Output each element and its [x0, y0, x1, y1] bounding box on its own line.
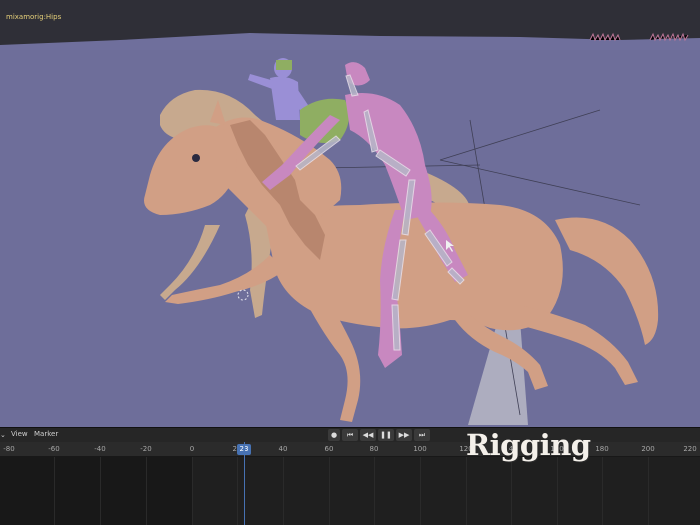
- grid-line: [511, 457, 512, 525]
- tick-label: 60: [324, 445, 334, 453]
- step-forward-icon[interactable]: ▶▶: [396, 429, 412, 441]
- video-title-overlay: Rigging: [466, 428, 591, 462]
- tick-label: -20: [140, 445, 152, 453]
- horse-eye: [192, 154, 200, 162]
- grid-line: [329, 457, 330, 525]
- tick-label: -60: [48, 445, 60, 453]
- grid-line: [146, 457, 147, 525]
- timeline-track-area[interactable]: [0, 457, 700, 525]
- out-of-range-shade: [0, 457, 192, 525]
- grid-line: [54, 457, 55, 525]
- jump-end-icon[interactable]: ⏭: [414, 429, 430, 441]
- 3d-cursor-icon[interactable]: [237, 289, 249, 301]
- tick-label: 40: [278, 445, 288, 453]
- grid-line: [100, 457, 101, 525]
- timeline-ruler[interactable]: -80 -60 -40 -20 0 20 40 60 80 100 120 14…: [0, 442, 700, 457]
- active-object-label: mixamorig:Hips: [6, 13, 62, 21]
- grid-line: [374, 457, 375, 525]
- playback-controls: ● ⏮ ◀◀ ❚❚ ▶▶ ⏭: [328, 429, 430, 441]
- tick-label: -40: [94, 445, 106, 453]
- tick-label: 0: [189, 445, 195, 453]
- grid-line: [192, 457, 193, 525]
- step-back-icon[interactable]: ◀◀: [360, 429, 376, 441]
- grid-line: [648, 457, 649, 525]
- editor-type-chevron-icon[interactable]: ⌄: [0, 431, 6, 439]
- tick-label: 220: [683, 445, 697, 453]
- tick-label: 180: [595, 445, 609, 453]
- grid-line: [466, 457, 467, 525]
- tick-label: -80: [3, 445, 15, 453]
- grid-line: [283, 457, 284, 525]
- grid-line: [237, 457, 238, 525]
- record-icon[interactable]: ●: [328, 429, 340, 441]
- 3d-viewport[interactable]: mixamorig:Hips: [0, 0, 700, 427]
- grid-line: [420, 457, 421, 525]
- menu-marker[interactable]: Marker: [34, 430, 58, 438]
- scene-render: [0, 0, 700, 425]
- playhead-line[interactable]: [244, 442, 245, 525]
- grid-line: [602, 457, 603, 525]
- grid-line: [557, 457, 558, 525]
- menu-view[interactable]: View: [11, 430, 28, 438]
- timeline-header: ⌄ View Marker ● ⏮ ◀◀ ❚❚ ▶▶ ⏭: [0, 427, 700, 442]
- jump-start-icon[interactable]: ⏮: [342, 429, 358, 441]
- tick-label: 80: [369, 445, 379, 453]
- tick-label: 200: [641, 445, 655, 453]
- pause-icon[interactable]: ❚❚: [378, 429, 394, 441]
- tick-label: 100: [413, 445, 427, 453]
